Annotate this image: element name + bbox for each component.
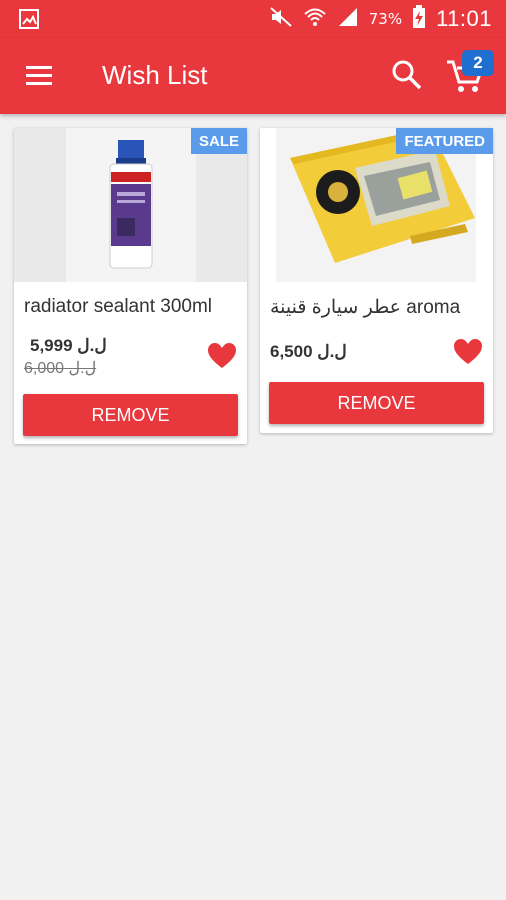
product-name[interactable]: عطر سيارة قنينة aroma (270, 296, 492, 319)
product-name[interactable]: radiator sealant 300ml (24, 296, 246, 318)
battery-charging-icon (412, 4, 426, 34)
mute-icon (269, 6, 293, 33)
product-price: ل.ل 6,500 (270, 342, 347, 361)
product-image[interactable]: FEATURED (260, 128, 493, 282)
signal-icon (337, 6, 359, 33)
wishlist-card: FEATURED عطر سيارة قنينة aroma ل.ل 6,500… (260, 128, 493, 433)
remove-button[interactable]: REMOVE (269, 382, 484, 424)
product-image[interactable]: SALE (14, 128, 247, 282)
heart-icon[interactable] (207, 342, 237, 370)
featured-badge: FEATURED (396, 128, 493, 154)
cart-count-badge: 2 (462, 50, 494, 76)
wishlist-card: SALE radiator sealant 300ml ل.ل 5,999 ل.… (14, 128, 247, 444)
page-title: Wish List (102, 60, 208, 90)
product-old-price: ل.ل 6,000 (24, 360, 97, 377)
heart-icon[interactable] (453, 338, 483, 366)
product-price: ل.ل 5,999 (30, 336, 107, 355)
battery-percent: 73% (368, 10, 403, 28)
sale-badge: SALE (190, 128, 247, 154)
gallery-notification-icon (18, 8, 40, 30)
status-bar: 73% 11:01 (0, 0, 506, 38)
app-bar: Wish List (0, 38, 506, 114)
clock: 11:01 (436, 6, 492, 31)
search-icon[interactable] (388, 56, 426, 94)
menu-icon[interactable] (22, 58, 58, 94)
wifi-icon (303, 6, 327, 33)
remove-button[interactable]: REMOVE (23, 394, 238, 436)
